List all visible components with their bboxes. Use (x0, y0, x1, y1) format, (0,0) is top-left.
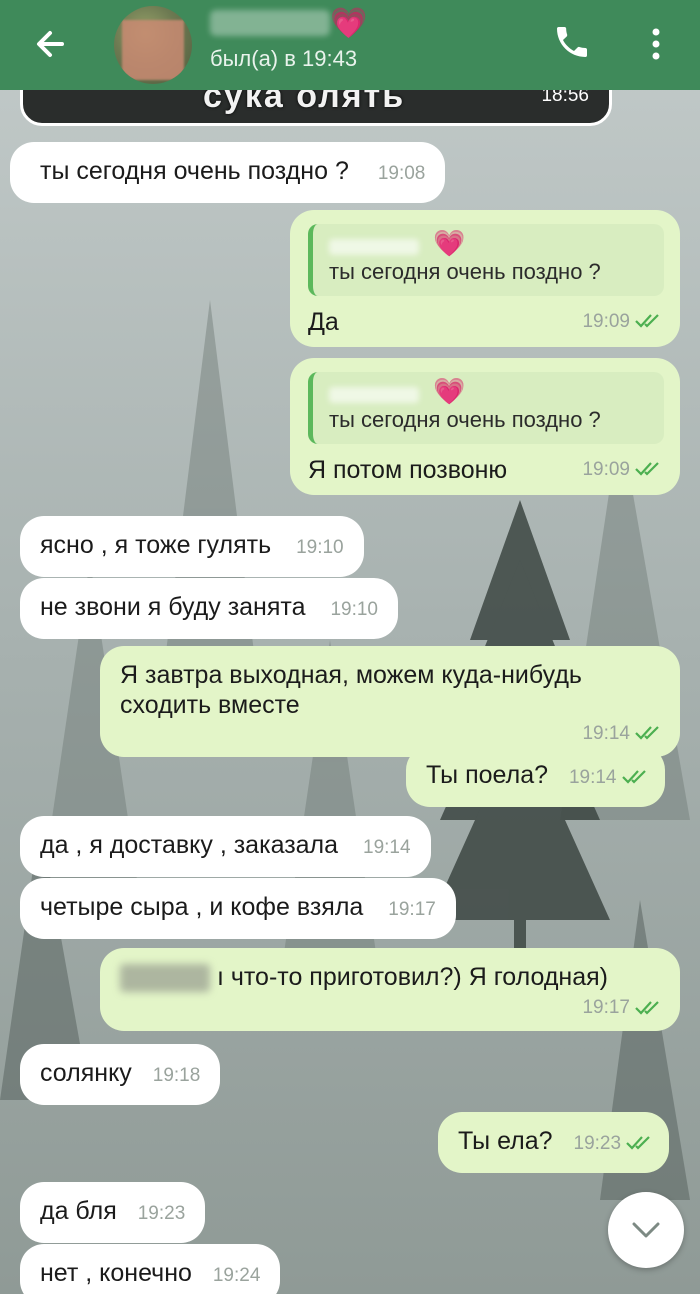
message-time: 19:24 (212, 1265, 261, 1286)
phone-icon (557, 27, 587, 57)
double-check-icon (635, 314, 659, 328)
incoming-message[interactable]: ясно , я тоже гулять 19:10 (20, 516, 364, 577)
scroll-to-bottom-button[interactable] (608, 1192, 684, 1268)
incoming-message[interactable]: не звони я буду занята 19:10 (20, 578, 398, 639)
incoming-message[interactable]: солянку 19:18 (20, 1044, 221, 1105)
double-check-icon (626, 1136, 650, 1150)
contact-name-heart: 💗 (330, 7, 368, 40)
message-time: 19:14 (363, 837, 411, 858)
message-time: 19:17 (388, 899, 436, 920)
incoming-message[interactable]: ты сегодня очень поздно ? 19:08 (10, 142, 446, 203)
message-text: да бля (40, 1197, 117, 1225)
quoted-author-redacted (329, 387, 419, 403)
more-vertical-icon (652, 28, 660, 60)
quoted-author-redacted (329, 239, 419, 255)
quoted-text: ты сегодня очень поздно ? (329, 259, 601, 284)
contact-avatar[interactable] (114, 6, 192, 84)
message-time: 19:17 (582, 997, 630, 1019)
redacted-text (120, 964, 210, 993)
outgoing-message[interactable]: Я завтра выходная, можем куда-нибудь схо… (100, 646, 680, 757)
message-time: 19:14 (582, 723, 630, 744)
message-text: Ты ела? (458, 1127, 553, 1155)
quoted-author-heart: 💗 (433, 228, 466, 258)
message-time: 19:14 (568, 767, 617, 788)
contact-name-redacted[interactable] (210, 10, 330, 36)
chat-header: 💗 был(а) в 19:43 (0, 0, 700, 90)
double-check-icon (635, 1001, 659, 1015)
message-text: Я завтра выходная, можем куда-нибудь схо… (120, 661, 582, 719)
message-text: четыре сыра , и кофе взяла (40, 893, 364, 921)
message-text: да , я доставку , заказала (40, 831, 339, 859)
message-time: 19:08 (377, 163, 426, 184)
message-text: ясно , я тоже гулять (40, 531, 272, 559)
outgoing-message[interactable]: 💗 ты сегодня очень поздно ? Я потом позв… (290, 358, 680, 495)
quoted-reply[interactable]: 💗 ты сегодня очень поздно ? (308, 372, 664, 444)
outgoing-message[interactable]: ı что-то приготовил?) Я голодная) 19:17 (100, 948, 680, 1032)
outgoing-message[interactable]: Ты ела? 19:23 (438, 1112, 670, 1173)
message-time: 19:10 (330, 599, 378, 620)
message-time: 19:09 (582, 311, 630, 332)
message-text: Да (308, 308, 339, 336)
last-seen-status: был(а) в 19:43 (210, 46, 358, 71)
quoted-reply[interactable]: 💗 ты сегодня очень поздно ? (308, 224, 664, 296)
quoted-author-heart: 💗 (433, 376, 466, 406)
message-time: 19:09 (582, 459, 630, 480)
message-time: 19:23 (573, 1133, 622, 1154)
double-check-icon (635, 462, 659, 476)
message-text: нет , конечно (40, 1259, 192, 1287)
back-button[interactable] (28, 22, 72, 66)
incoming-message[interactable]: да бля 19:23 (20, 1182, 206, 1243)
chevron-down-icon (632, 1222, 660, 1238)
quoted-text: ты сегодня очень поздно ? (329, 407, 601, 432)
message-text: Ты поела? (426, 761, 548, 789)
message-text: ı что-то приготовил?) Я голодная) (216, 963, 609, 991)
message-time: 19:23 (137, 1203, 186, 1224)
message-text: ты сегодня очень поздно ? (40, 157, 349, 185)
double-check-icon (621, 770, 646, 784)
message-text: Я потом позвоню (308, 456, 508, 484)
incoming-message[interactable]: да , я доставку , заказала 19:14 (20, 816, 431, 877)
message-time: 19:10 (296, 537, 344, 558)
message-time: 19:18 (152, 1065, 201, 1086)
arrow-left-icon (37, 31, 64, 57)
message-text: солянку (40, 1059, 132, 1087)
more-menu-button[interactable] (646, 24, 666, 64)
outgoing-message[interactable]: Ты поела? 19:14 (406, 746, 665, 807)
call-button[interactable] (552, 22, 592, 62)
outgoing-message[interactable]: 💗 ты сегодня очень поздно ? Да 19:09 (290, 210, 680, 347)
incoming-message[interactable]: нет , конечно 19:24 (20, 1244, 281, 1294)
message-text: не звони я буду занята (40, 593, 306, 621)
double-check-icon (635, 726, 659, 740)
incoming-message[interactable]: четыре сыра , и кофе взяла 19:17 (20, 878, 456, 939)
